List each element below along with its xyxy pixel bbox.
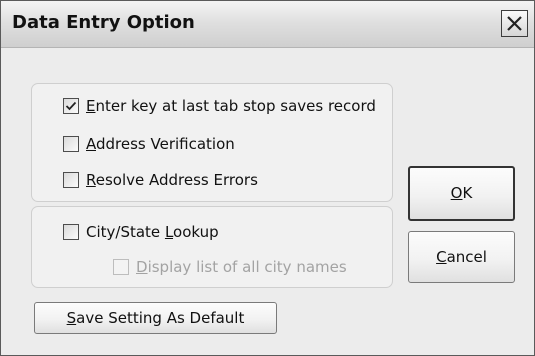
close-icon bbox=[507, 16, 522, 31]
title-bar: Data Entry Option bbox=[1, 1, 534, 48]
checkmark-icon bbox=[65, 101, 77, 111]
cancel-button[interactable]: Cancel bbox=[408, 231, 515, 283]
close-button[interactable] bbox=[501, 10, 528, 37]
city-state-lookup-label: City/State Lookup bbox=[86, 223, 219, 241]
checkbox-box bbox=[113, 259, 129, 275]
checkbox-box bbox=[63, 172, 79, 188]
checkbox-box bbox=[63, 98, 79, 114]
checkbox-box bbox=[63, 224, 79, 240]
checkbox-box bbox=[63, 136, 79, 152]
data-entry-option-dialog: Data Entry Option Enter key at last tab … bbox=[0, 0, 535, 356]
display-city-names-label: Display list of all city names bbox=[136, 258, 347, 276]
enter-key-saves-record-label: Enter key at last tab stop saves record bbox=[86, 97, 376, 115]
resolve-address-errors-label: Resolve Address Errors bbox=[86, 171, 258, 189]
dialog-title: Data Entry Option bbox=[12, 12, 195, 33]
ok-button[interactable]: OK bbox=[408, 166, 515, 221]
address-verification-label: Address Verification bbox=[86, 135, 235, 153]
save-setting-as-default-button[interactable]: Save Setting As Default bbox=[34, 302, 277, 334]
